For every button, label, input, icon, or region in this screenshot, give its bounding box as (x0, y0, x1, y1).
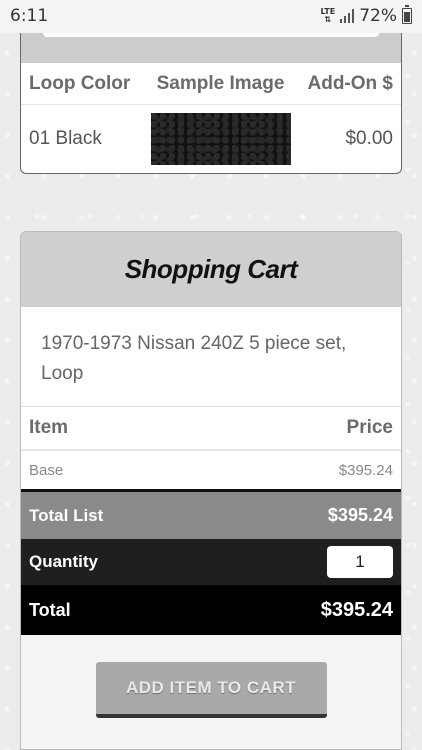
signal-icon (340, 9, 355, 23)
line-item-price: $395.24 (338, 461, 393, 479)
total-list-label: Total List (29, 505, 104, 525)
addon-price-value: $0.00 (345, 128, 393, 149)
item-header: Item (29, 417, 69, 438)
total-value: $395.24 (320, 598, 393, 621)
price-header: Price (346, 417, 393, 438)
loop-table-header: Loop Color Sample Image Add-On $ (21, 63, 401, 105)
lte-icon: LTE ⇅ (320, 7, 336, 24)
battery-icon (402, 5, 412, 24)
status-bar: 6:11 LTE ⇅ 72% (0, 0, 422, 33)
loop-color-card: Loop Color Sample Image Add-On $ 01 Blac… (20, 33, 402, 174)
cart-description: 1970-1973 Nissan 240Z 5 piece set, Loop (21, 307, 401, 407)
line-item-name: Base (29, 461, 64, 479)
quantity-input[interactable] (327, 546, 393, 578)
header-loop-color: Loop Color (29, 72, 131, 94)
quantity-label: Quantity (29, 552, 98, 571)
cart-table-header: Item Price (21, 407, 401, 451)
total-list-row: Total List $395.24 (21, 489, 401, 539)
network-label: LTE (320, 7, 336, 16)
loop-color-value: 01 Black (29, 128, 102, 149)
status-time: 6:11 (10, 6, 49, 26)
card-header-band (21, 33, 401, 63)
sample-image-swatch (150, 113, 291, 165)
shopping-cart-card: Shopping Cart 1970-1973 Nissan 240Z 5 pi… (20, 231, 402, 750)
button-area: ADD ITEM TO CART (21, 635, 401, 745)
battery-percent: 72% (359, 6, 397, 26)
total-row: Total $395.24 (21, 585, 401, 635)
header-addon-price: Add-On $ (307, 72, 394, 94)
header-sample-image: Sample Image (156, 72, 285, 94)
table-row[interactable]: 01 Black $0.00 (21, 105, 401, 173)
table-row: Base $395.24 (21, 451, 401, 489)
status-icons: LTE ⇅ 72% (320, 5, 412, 26)
add-item-to-cart-button[interactable]: ADD ITEM TO CART (95, 662, 327, 718)
quantity-row: Quantity (21, 539, 401, 585)
total-label: Total (29, 599, 71, 620)
total-list-value: $395.24 (327, 505, 393, 525)
cart-title: Shopping Cart (21, 232, 401, 307)
